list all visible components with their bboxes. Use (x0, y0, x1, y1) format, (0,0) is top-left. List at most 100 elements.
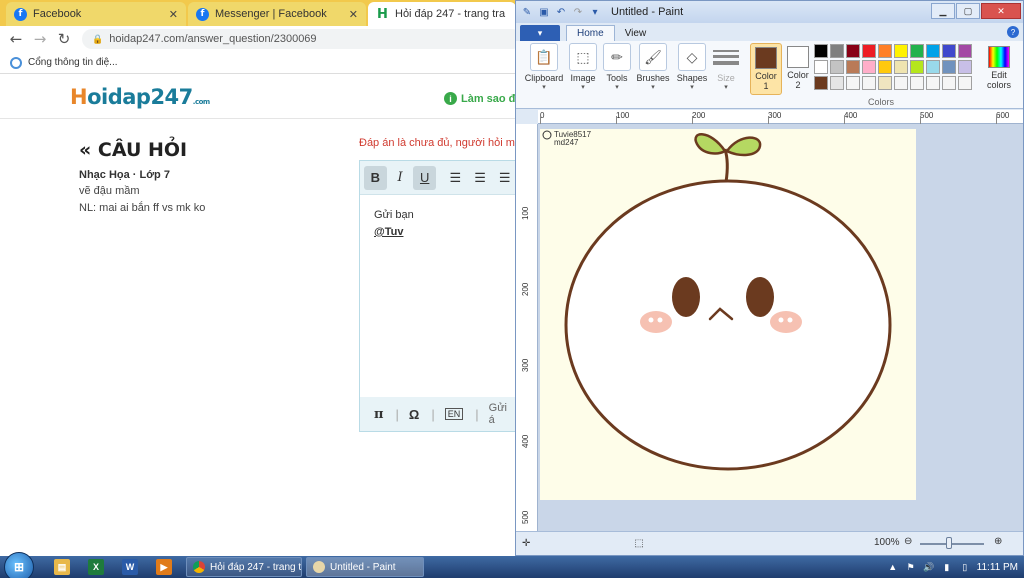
italic-button[interactable]: I (389, 166, 412, 190)
bookmark-item[interactable]: Cổng thông tin điệ... (28, 57, 118, 68)
image-group[interactable]: ⬚ Image ▾ (566, 43, 600, 97)
start-button[interactable]: ⊞ (4, 552, 34, 578)
answer-warning: Đáp án là chưa đủ, người hỏi m (359, 137, 515, 149)
underline-button[interactable]: U (413, 165, 437, 190)
color1-button[interactable]: Color 1 (750, 43, 782, 95)
palette-swatch[interactable] (814, 44, 828, 58)
palette-swatch[interactable] (958, 44, 972, 58)
palette-swatch[interactable] (862, 76, 876, 90)
flag-icon[interactable]: ⚑ (905, 561, 917, 573)
tools-group[interactable]: ✏ Tools ▾ (602, 43, 632, 97)
media-player-icon[interactable]: ▶ (156, 559, 172, 575)
palette-swatch[interactable] (830, 44, 844, 58)
drawing-canvas[interactable]: Tuvie8517 md247 (540, 129, 916, 500)
help-link[interactable]: i Làm sao đ (444, 92, 515, 105)
clock[interactable]: 11:11 PM (977, 562, 1018, 573)
palette-swatch[interactable] (894, 44, 908, 58)
palette-swatch[interactable] (878, 76, 892, 90)
reload-icon[interactable]: ↻ (52, 27, 76, 51)
ruler-label: 300 (521, 358, 530, 372)
palette-swatch[interactable] (894, 60, 908, 74)
palette-swatch[interactable] (942, 60, 956, 74)
address-bar[interactable]: 🔒 hoidap247.com/answer_question/2300069 (82, 29, 522, 49)
palette-swatch[interactable] (926, 60, 940, 74)
align-center-icon[interactable]: ☰ (469, 166, 492, 190)
save-icon[interactable]: ▣ (537, 5, 551, 19)
palette-swatch[interactable] (846, 76, 860, 90)
tab-facebook[interactable]: f Facebook ✕ (6, 2, 186, 26)
word-icon[interactable]: W (122, 559, 138, 575)
left-blush (640, 311, 672, 333)
shapes-icon: ◇ (678, 43, 706, 71)
palette-swatch[interactable] (910, 76, 924, 90)
palette-swatch[interactable] (942, 76, 956, 90)
omega-icon[interactable]: Ω (409, 407, 419, 422)
palette-swatch[interactable] (846, 60, 860, 74)
help-icon[interactable]: ? (1007, 26, 1019, 38)
zoom-out-button[interactable]: ⊖ (904, 536, 912, 547)
zoom-slider[interactable] (920, 543, 984, 545)
tab-hoidap[interactable]: H Hỏi đáp 247 - trang tra loi (368, 2, 516, 26)
forward-arrow-icon[interactable]: → (28, 27, 52, 51)
size-group[interactable]: Size ▾ (712, 43, 740, 97)
palette-swatch[interactable] (862, 44, 876, 58)
color2-button[interactable]: Color 2 (782, 43, 814, 95)
site-logo[interactable]: Hoidap247.com (70, 85, 210, 109)
align-right-icon[interactable]: ☰ (493, 166, 516, 190)
taskbar-paint-task[interactable]: Untitled - Paint (306, 557, 424, 577)
edit-colors-button[interactable]: Edit colors (982, 43, 1016, 95)
redo-icon[interactable]: ↷ (571, 5, 585, 19)
clipboard-group[interactable]: 📋 Clipboard ▾ (522, 43, 566, 97)
battery-icon[interactable]: ▯ (959, 561, 971, 573)
palette-swatch[interactable] (926, 76, 940, 90)
palette-swatch[interactable] (958, 60, 972, 74)
brushes-group[interactable]: 🖌 Brushes ▾ (634, 43, 672, 97)
volume-icon[interactable]: 🔊 (923, 561, 935, 573)
tab-home[interactable]: Home (566, 25, 615, 41)
maximize-button[interactable]: ▢ (956, 3, 980, 19)
close-icon[interactable]: ✕ (349, 8, 358, 21)
palette-swatch[interactable] (830, 76, 844, 90)
align-left-icon[interactable]: ☰ (444, 166, 467, 190)
tab-view[interactable]: View (615, 26, 657, 41)
palette-swatch[interactable] (894, 76, 908, 90)
palette-swatch[interactable] (878, 44, 892, 58)
horizontal-ruler: 0 100 200 300 400 500 600 (538, 110, 1023, 124)
minimize-button[interactable]: ▁ (931, 3, 955, 19)
network-icon[interactable]: ▮ (941, 561, 953, 573)
palette-swatch[interactable] (846, 44, 860, 58)
taskbar-chrome-task[interactable]: Hỏi đáp 247 - trang t... (186, 557, 302, 577)
palette-swatch[interactable] (910, 44, 924, 58)
excel-icon[interactable]: X (88, 559, 104, 575)
close-button[interactable]: ✕ (981, 3, 1021, 19)
send-button[interactable]: Gửi á (489, 402, 507, 426)
zoom-slider-thumb[interactable] (946, 537, 952, 549)
editor-content[interactable]: Gửi bạn @Tuv (360, 195, 518, 253)
palette-swatch[interactable] (910, 60, 924, 74)
keyboard-icon[interactable]: EN (444, 408, 464, 420)
palette-swatch[interactable] (942, 44, 956, 58)
palette-swatch[interactable] (862, 60, 876, 74)
file-explorer-icon[interactable]: ▤ (54, 559, 70, 575)
palette-swatch[interactable] (830, 60, 844, 74)
bold-button[interactable]: B (364, 165, 387, 190)
customize-qat-icon[interactable]: ▾ (588, 5, 602, 19)
palette-swatch[interactable] (814, 60, 828, 74)
show-hidden-icons[interactable]: ▲ (887, 561, 899, 573)
palette-swatch[interactable] (926, 44, 940, 58)
color-wheel-icon (988, 46, 1010, 68)
tab-messenger[interactable]: f Messenger | Facebook ✕ (188, 2, 366, 26)
left-eye (672, 277, 700, 317)
system-tray: ▲ ⚑ 🔊 ▮ ▯ 11:11 PM (887, 556, 1018, 578)
back-arrow-icon[interactable]: ← (4, 27, 28, 51)
close-icon[interactable]: ✕ (169, 8, 178, 21)
file-menu-button[interactable]: ▾ (520, 25, 560, 41)
palette-swatch[interactable] (814, 76, 828, 90)
right-eye (746, 277, 774, 317)
pi-icon[interactable]: π (374, 407, 384, 422)
shapes-group[interactable]: ◇ Shapes ▾ (674, 43, 710, 97)
zoom-in-button[interactable]: ⊕ (994, 536, 1002, 547)
palette-swatch[interactable] (878, 60, 892, 74)
undo-icon[interactable]: ↶ (554, 5, 568, 19)
palette-swatch[interactable] (958, 76, 972, 90)
